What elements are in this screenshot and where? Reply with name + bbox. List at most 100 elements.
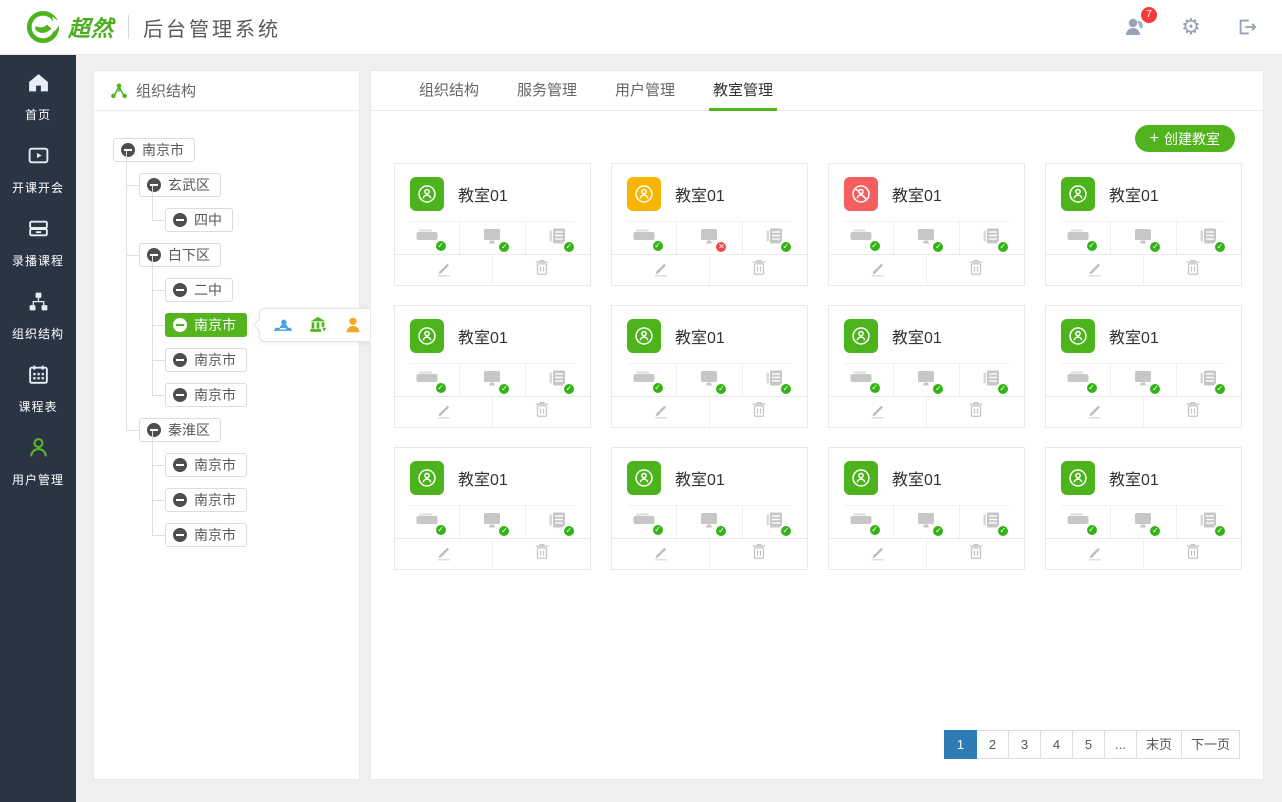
delete-button[interactable] bbox=[492, 539, 590, 569]
status-badge: ✓ bbox=[996, 240, 1010, 254]
server-status: ✓ bbox=[525, 364, 590, 396]
edit-button[interactable] bbox=[395, 539, 492, 569]
tab-service-management[interactable]: 服务管理 bbox=[498, 71, 596, 110]
display-status: ✓ bbox=[893, 364, 958, 396]
classroom-card: 教室01 ✓ bbox=[1045, 163, 1242, 286]
tree-node[interactable]: 南京市 bbox=[165, 523, 247, 547]
status-badge: ✓ bbox=[497, 240, 511, 254]
brand-divider bbox=[128, 15, 129, 39]
edit-button[interactable] bbox=[1046, 397, 1143, 427]
device-status-row: ✓ ✓ bbox=[829, 222, 1024, 254]
sidebar-item-classes-meetings[interactable]: 开课开会 bbox=[0, 144, 76, 196]
sidebar-item-user-management[interactable]: 用户管理 bbox=[0, 436, 76, 488]
sidebar-item-recorded-courses[interactable]: 录播课程 bbox=[0, 217, 76, 269]
page-button[interactable]: 5 bbox=[1072, 730, 1105, 759]
delete-button[interactable] bbox=[926, 539, 1024, 569]
classroom-card: 教室01 ✓ bbox=[828, 305, 1025, 428]
notifications-user-icon[interactable]: 7 bbox=[1122, 14, 1148, 40]
delete-button[interactable] bbox=[709, 255, 807, 285]
edit-button[interactable] bbox=[395, 397, 492, 427]
laptop-user-icon[interactable] bbox=[273, 315, 293, 335]
page-button[interactable]: 4 bbox=[1040, 730, 1073, 759]
collapse-icon[interactable] bbox=[173, 388, 187, 402]
recorder-status: ✓ bbox=[612, 364, 676, 396]
edit-button[interactable] bbox=[612, 397, 709, 427]
recorder-status: ✓ bbox=[612, 506, 676, 538]
calendar-icon bbox=[27, 363, 50, 391]
edit-button[interactable] bbox=[829, 255, 926, 285]
org-tree: 南京市 玄武区 四中 白下区 二中 bbox=[94, 111, 359, 547]
recorder-box-icon bbox=[27, 217, 50, 245]
building-icon[interactable] bbox=[308, 315, 328, 335]
classroom-icon bbox=[1061, 461, 1095, 495]
device-status-row: ✓ ✓ bbox=[395, 506, 590, 538]
brand: 超然 后台管理系统 bbox=[26, 10, 281, 44]
logout-icon[interactable] bbox=[1234, 14, 1260, 40]
tree-node[interactable]: 四中 bbox=[165, 208, 233, 232]
status-badge: ✓ bbox=[996, 524, 1010, 538]
tree-node[interactable]: 二中 bbox=[165, 278, 233, 302]
card-footer bbox=[612, 254, 807, 285]
device-status-row: ✓ ✓ bbox=[829, 506, 1024, 538]
page-button[interactable]: 3 bbox=[1008, 730, 1041, 759]
edit-button[interactable] bbox=[1046, 255, 1143, 285]
sidebar-item-home[interactable]: 首页 bbox=[0, 71, 76, 123]
sidebar-item-organization[interactable]: 组织结构 bbox=[0, 290, 76, 342]
settings-gear-icon[interactable]: ⚙ bbox=[1178, 14, 1204, 40]
sidebar-item-timetable[interactable]: 课程表 bbox=[0, 363, 76, 415]
page-button[interactable]: 1 bbox=[944, 730, 977, 759]
collapse-icon[interactable] bbox=[173, 283, 187, 297]
display-status: ✓ bbox=[676, 506, 741, 538]
page-button[interactable]: 2 bbox=[976, 730, 1009, 759]
tree-node[interactable]: 南京市 bbox=[165, 348, 247, 372]
delete-button[interactable] bbox=[1143, 397, 1241, 427]
card-footer bbox=[1046, 396, 1241, 427]
tab-user-management[interactable]: 用户管理 bbox=[596, 71, 694, 110]
classroom-icon bbox=[627, 319, 661, 353]
delete-button[interactable] bbox=[492, 255, 590, 285]
delete-button[interactable] bbox=[492, 397, 590, 427]
delete-button[interactable] bbox=[1143, 255, 1241, 285]
collapse-icon[interactable] bbox=[173, 318, 187, 332]
page-ellipsis[interactable]: ... bbox=[1104, 730, 1137, 759]
classroom-card: 教室01 ✓ bbox=[611, 305, 808, 428]
classroom-icon bbox=[410, 177, 444, 211]
person-icon[interactable] bbox=[343, 315, 363, 335]
page-button[interactable]: 末页 bbox=[1136, 730, 1182, 759]
status-badge: ✓ bbox=[497, 524, 511, 538]
status-badge: ✓ bbox=[1085, 381, 1099, 395]
delete-button[interactable] bbox=[709, 397, 807, 427]
delete-button[interactable] bbox=[926, 397, 1024, 427]
collapse-icon[interactable] bbox=[173, 213, 187, 227]
tree-node[interactable]: 南京市 bbox=[165, 488, 247, 512]
collapse-icon[interactable] bbox=[173, 353, 187, 367]
tree-node[interactable]: 南京市 bbox=[165, 453, 247, 477]
page-button[interactable]: 下一页 bbox=[1181, 730, 1240, 759]
edit-button[interactable] bbox=[612, 539, 709, 569]
classroom-grid: 教室01 ✓ bbox=[394, 163, 1242, 570]
edit-button[interactable] bbox=[829, 397, 926, 427]
pencil-icon bbox=[434, 400, 453, 424]
tab-bar: 组织结构 服务管理 用户管理 教室管理 bbox=[371, 71, 1263, 111]
tree-node-selected[interactable]: 南京市 bbox=[165, 313, 247, 337]
status-badge: ✓ bbox=[1213, 524, 1227, 538]
edit-button[interactable] bbox=[1046, 539, 1143, 569]
tab-classroom-management[interactable]: 教室管理 bbox=[694, 71, 792, 110]
create-classroom-button[interactable]: + 创建教室 bbox=[1135, 125, 1235, 152]
tab-organization[interactable]: 组织结构 bbox=[400, 71, 498, 110]
edit-button[interactable] bbox=[395, 255, 492, 285]
edit-button[interactable] bbox=[829, 539, 926, 569]
edit-button[interactable] bbox=[612, 255, 709, 285]
collapse-icon[interactable] bbox=[173, 493, 187, 507]
tree-node[interactable]: 南京市 bbox=[165, 383, 247, 407]
brand-name: 超然 bbox=[68, 11, 114, 43]
delete-button[interactable] bbox=[709, 539, 807, 569]
display-status: ✕ bbox=[676, 222, 741, 254]
collapse-icon[interactable] bbox=[173, 458, 187, 472]
display-status: ✓ bbox=[459, 506, 524, 538]
collapse-icon[interactable] bbox=[173, 528, 187, 542]
classroom-icon bbox=[844, 461, 878, 495]
delete-button[interactable] bbox=[926, 255, 1024, 285]
delete-button[interactable] bbox=[1143, 539, 1241, 569]
user-icon bbox=[27, 436, 50, 464]
